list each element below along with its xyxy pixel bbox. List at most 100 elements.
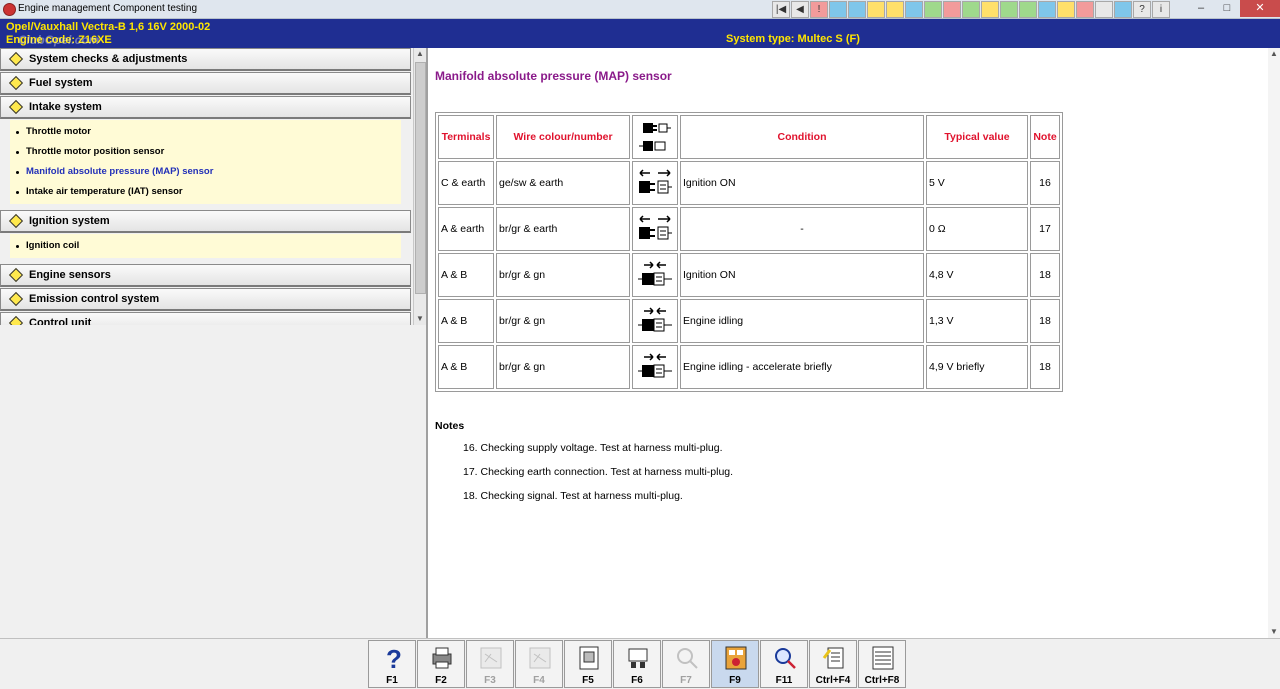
first-icon[interactable]: |◀ — [772, 1, 790, 18]
tool-icon[interactable] — [1114, 1, 1132, 18]
cell-value: 0 Ω — [926, 207, 1028, 251]
diagram-icon[interactable] — [848, 1, 866, 18]
print-icon[interactable] — [1095, 1, 1113, 18]
cell-wire: br/gr & earth — [496, 207, 630, 251]
f5-button[interactable]: F5 — [564, 640, 612, 688]
f7-button[interactable]: F7 — [662, 640, 710, 688]
close-button[interactable]: ✕ — [1240, 0, 1280, 17]
f6-button[interactable]: F6 — [613, 640, 661, 688]
help-icon[interactable]: ? — [1133, 1, 1151, 18]
header-note: Note — [1030, 115, 1060, 159]
f9-button[interactable]: F9 — [711, 640, 759, 688]
fkey-label: F4 — [533, 675, 545, 686]
category-control-unit[interactable]: Control unit — [0, 312, 411, 325]
category-label: System checks & adjustments — [29, 53, 188, 65]
note-item: 18. Checking signal. Test at harness mul… — [463, 490, 683, 502]
table-row: A & B br/gr & gn Engine idling - acceler… — [438, 345, 1060, 389]
category-diamond-icon — [8, 213, 24, 229]
tree-scrollbar[interactable]: ▲ ▼ — [413, 48, 426, 325]
category-ignition-system[interactable]: Ignition system — [0, 210, 411, 233]
diagram-icon — [529, 647, 551, 669]
fuse-icon[interactable] — [943, 1, 961, 18]
help-icon: ? — [386, 644, 402, 672]
prev-icon[interactable]: ◀ — [791, 1, 809, 18]
print-icon — [432, 647, 452, 669]
tree-item-map-sensor[interactable]: Manifold absolute pressure (MAP) sensor — [10, 162, 401, 182]
intake-system-items: Throttle motor Throttle motor position s… — [10, 120, 401, 204]
category-label: Intake system — [29, 101, 102, 113]
table-row: A & B br/gr & gn Ignition ON 4,8 V 18 — [438, 253, 1060, 297]
pin-icon[interactable] — [905, 1, 923, 18]
warning-icon[interactable]: ! — [810, 1, 828, 18]
category-diamond-icon — [8, 99, 24, 115]
header-wire: Wire colour/number — [496, 115, 630, 159]
tree-item-iat-sensor[interactable]: Intake air temperature (IAT) sensor — [10, 182, 401, 202]
notes-title: Notes — [435, 420, 465, 432]
ecu-icon — [725, 646, 747, 670]
category-label: Control unit — [29, 317, 92, 325]
f1-help-button[interactable]: ? F1 — [368, 640, 416, 688]
scroll-down-icon[interactable]: ▼ — [414, 313, 426, 325]
battery-icon[interactable] — [1019, 1, 1037, 18]
wire-icon[interactable] — [924, 1, 942, 18]
info-icon[interactable]: i — [1152, 1, 1170, 18]
f2-print-button[interactable]: F2 — [417, 640, 465, 688]
cell-condition: Engine idling - accelerate briefly — [680, 345, 924, 389]
cell-condition: - — [680, 207, 924, 251]
left-panel: System checks & adjustments Fuel system … — [0, 48, 428, 638]
cell-terminals: A & B — [438, 299, 494, 343]
cell-terminals: A & B — [438, 253, 494, 297]
scroll-down-icon[interactable]: ▼ — [1268, 626, 1280, 638]
key-icon[interactable] — [1038, 1, 1056, 18]
doc-icon[interactable] — [962, 1, 980, 18]
book-icon[interactable] — [829, 1, 847, 18]
vehicle-model: Opel/Vauxhall Vectra-B 1,6 16V 2000-02 — [6, 21, 211, 33]
category-diamond-icon — [8, 267, 24, 283]
scroll-thumb[interactable] — [415, 62, 426, 294]
scroll-up-icon[interactable]: ▲ — [1268, 48, 1280, 60]
f11-button[interactable]: F11 — [760, 640, 808, 688]
category-system-checks[interactable]: System checks & adjustments — [0, 48, 411, 71]
wrench-icon[interactable] — [886, 1, 904, 18]
tree-item-ignition-coil[interactable]: Ignition coil — [10, 236, 401, 256]
category-emission-control[interactable]: Emission control system — [0, 288, 411, 311]
sensor-icon[interactable] — [1000, 1, 1018, 18]
f4-button[interactable]: F4 — [515, 640, 563, 688]
function-keys: ? F1 F2 F3 F4 F5 F6 F7 F9 F11 Ctrl+F4 Ct… — [368, 640, 907, 688]
cell-terminals: A & earth — [438, 207, 494, 251]
cell-note: 18 — [1030, 345, 1060, 389]
f3-button[interactable]: F3 — [466, 640, 514, 688]
cell-wire: br/gr & gn — [496, 299, 630, 343]
note-item: 16. Checking supply voltage. Test at har… — [463, 442, 723, 454]
tree-item-throttle-motor[interactable]: Throttle motor — [10, 122, 401, 142]
category-diamond-icon — [8, 75, 24, 91]
cell-note: 17 — [1030, 207, 1060, 251]
content-pane: Manifold absolute pressure (MAP) sensor … — [428, 48, 1268, 638]
ctrl-f4-button[interactable]: Ctrl+F4 — [809, 640, 857, 688]
tree-item-throttle-position-sensor[interactable]: Throttle motor position sensor — [10, 142, 401, 162]
car-icon[interactable] — [1057, 1, 1075, 18]
category-engine-sensors[interactable]: Engine sensors — [0, 264, 411, 287]
cell-condition: Ignition ON — [680, 253, 924, 297]
content-scrollbar[interactable]: ▲ ▼ — [1268, 48, 1280, 638]
scroll-up-icon[interactable]: ▲ — [414, 48, 426, 60]
ok-icon[interactable] — [1076, 1, 1094, 18]
check-icon[interactable] — [981, 1, 999, 18]
category-fuel-system[interactable]: Fuel system — [0, 72, 411, 95]
table-row: A & B br/gr & gn Engine idling 1,3 V 18 — [438, 299, 1060, 343]
ctrl-f8-button[interactable]: Ctrl+F8 — [858, 640, 906, 688]
list-icon — [872, 646, 894, 670]
plug-separated-icon — [632, 207, 678, 251]
maximize-button[interactable]: □ — [1214, 0, 1240, 17]
fkey-label: F11 — [775, 675, 793, 686]
category-intake-system[interactable]: Intake system — [0, 96, 411, 119]
notes-icon — [822, 647, 844, 669]
cell-wire: br/gr & gn — [496, 345, 630, 389]
fkey-label: F5 — [582, 675, 594, 686]
fkey-label: F1 — [386, 675, 398, 686]
cell-note: 18 — [1030, 299, 1060, 343]
gear-icon[interactable] — [867, 1, 885, 18]
minimize-button[interactable]: – — [1188, 0, 1214, 17]
diagram-icon — [480, 647, 502, 669]
window-title: Engine management Component testing — [18, 3, 198, 14]
